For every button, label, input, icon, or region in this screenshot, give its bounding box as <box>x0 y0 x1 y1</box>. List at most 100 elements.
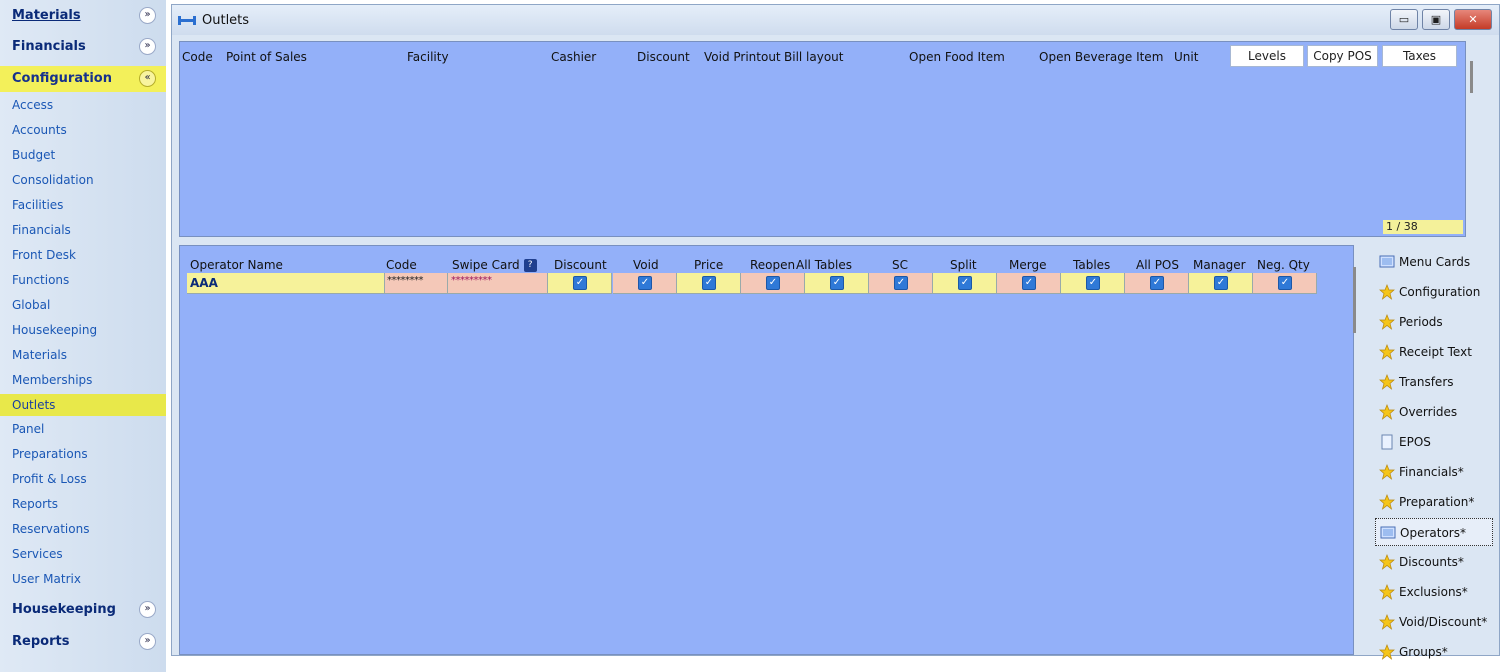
neg-qty-cell[interactable]: ✓ <box>1253 273 1317 294</box>
nav-item-facilities[interactable]: Facilities <box>0 194 166 216</box>
column-header-discount[interactable]: Discount <box>554 258 607 272</box>
minimize-button[interactable]: ▭ <box>1390 9 1418 30</box>
column-header-code[interactable]: Code <box>386 258 417 272</box>
panel-button-preparation[interactable]: Preparation* <box>1375 488 1493 516</box>
nav-item-profit-loss[interactable]: Profit & Loss <box>0 468 166 490</box>
split-cell[interactable]: ✓ <box>933 273 997 294</box>
column-header-reopen[interactable]: Reopen <box>750 258 795 272</box>
panel-button-groups[interactable]: Groups* <box>1375 638 1493 666</box>
nav-item-outlets[interactable]: Outlets <box>0 394 166 416</box>
nav-section-housekeeping[interactable]: Housekeeping » <box>0 597 166 623</box>
panel-button-discounts[interactable]: Discounts* <box>1375 548 1493 576</box>
nav-item-budget[interactable]: Budget <box>0 144 166 166</box>
code-cell[interactable]: ******** <box>385 273 448 294</box>
column-header-all-pos[interactable]: All POS <box>1136 258 1179 272</box>
tables-checkbox[interactable]: ✓ <box>1086 276 1100 290</box>
reopen-cell[interactable]: ✓ <box>741 273 805 294</box>
column-header-price[interactable]: Price <box>694 258 723 272</box>
column-header-bill-layout[interactable]: Bill layout <box>784 50 844 64</box>
nav-item-global[interactable]: Global <box>0 294 166 316</box>
void-checkbox[interactable]: ✓ <box>638 276 652 290</box>
nav-item-housekeeping[interactable]: Housekeeping <box>0 319 166 341</box>
nav-item-services[interactable]: Services <box>0 543 166 565</box>
column-header-operator-name[interactable]: Operator Name <box>190 258 283 272</box>
maximize-button[interactable]: ▣ <box>1422 9 1450 30</box>
column-header-all-tables[interactable]: All Tables <box>796 258 852 272</box>
help-icon[interactable]: ? <box>523 259 537 272</box>
swipe-card-cell[interactable]: ********* <box>448 273 548 294</box>
copy-pos-button[interactable]: Copy POS <box>1307 45 1378 67</box>
discount-checkbox[interactable]: ✓ <box>573 276 587 290</box>
discount-cell[interactable]: ✓ <box>548 273 612 294</box>
column-header-unit[interactable]: Unit <box>1174 50 1198 64</box>
price-checkbox[interactable]: ✓ <box>702 276 716 290</box>
sc-checkbox[interactable]: ✓ <box>894 276 908 290</box>
panel-button-exclusions[interactable]: Exclusions* <box>1375 578 1493 606</box>
nav-item-accounts[interactable]: Accounts <box>0 119 166 141</box>
column-header-open-beverage-item[interactable]: Open Beverage Item <box>1039 50 1163 64</box>
column-header-void[interactable]: Void <box>633 258 659 272</box>
nav-item-reservations[interactable]: Reservations <box>0 518 166 540</box>
panel-button-void-discount[interactable]: Void/Discount* <box>1375 608 1493 636</box>
column-header-sc[interactable]: SC <box>892 258 908 272</box>
all-pos-cell[interactable]: ✓ <box>1125 273 1189 294</box>
reopen-checkbox[interactable]: ✓ <box>766 276 780 290</box>
close-button[interactable]: ✕ <box>1454 9 1492 30</box>
operators-grid[interactable]: Operator Name Code Swipe Card? Discount … <box>179 245 1354 655</box>
nav-item-reports[interactable]: Reports <box>0 493 166 515</box>
column-header-point-of-sales[interactable]: Point of Sales <box>226 50 307 64</box>
split-checkbox[interactable]: ✓ <box>958 276 972 290</box>
chevron-down-icon[interactable]: » <box>139 633 156 650</box>
tables-cell[interactable]: ✓ <box>1061 273 1125 294</box>
nav-item-user-matrix[interactable]: User Matrix <box>0 568 166 590</box>
all-tables-checkbox[interactable]: ✓ <box>830 276 844 290</box>
price-cell[interactable]: ✓ <box>677 273 741 294</box>
nav-section-reports[interactable]: Reports » <box>0 629 166 655</box>
panel-button-overrides[interactable]: Overrides <box>1375 398 1493 426</box>
panel-button-periods[interactable]: Periods <box>1375 308 1493 336</box>
all-tables-cell[interactable]: ✓ <box>805 273 869 294</box>
manager-checkbox[interactable]: ✓ <box>1214 276 1228 290</box>
all-pos-checkbox[interactable]: ✓ <box>1150 276 1164 290</box>
panel-button-financials[interactable]: Financials* <box>1375 458 1493 486</box>
merge-cell[interactable]: ✓ <box>997 273 1061 294</box>
column-header-tables[interactable]: Tables <box>1073 258 1110 272</box>
nav-section-materials[interactable]: Materials » <box>0 3 166 29</box>
column-header-merge[interactable]: Merge <box>1009 258 1046 272</box>
operator-name-cell[interactable]: AAA <box>187 273 385 294</box>
neg-qty-checkbox[interactable]: ✓ <box>1278 276 1292 290</box>
chevron-down-icon[interactable]: » <box>139 7 156 24</box>
column-header-facility[interactable]: Facility <box>407 50 449 64</box>
column-header-code[interactable]: Code <box>182 50 213 64</box>
manager-cell[interactable]: ✓ <box>1189 273 1253 294</box>
nav-item-consolidation[interactable]: Consolidation <box>0 169 166 191</box>
title-bar[interactable]: Outlets ▭ ▣ ✕ <box>172 5 1499 35</box>
merge-checkbox[interactable]: ✓ <box>1022 276 1036 290</box>
panel-button-configuration[interactable]: Configuration <box>1375 278 1493 306</box>
column-header-manager[interactable]: Manager <box>1193 258 1246 272</box>
column-header-cashier[interactable]: Cashier <box>551 50 596 64</box>
nav-item-preparations[interactable]: Preparations <box>0 443 166 465</box>
column-header-open-food-item[interactable]: Open Food Item <box>909 50 1005 64</box>
column-header-split[interactable]: Split <box>950 258 977 272</box>
column-header-void-printout[interactable]: Void Printout <box>704 50 781 64</box>
chevron-down-icon[interactable]: » <box>139 601 156 618</box>
outlets-scrollbar[interactable] <box>1470 61 1473 93</box>
outlets-grid[interactable]: Code Point of Sales Facility Cashier Dis… <box>179 41 1466 237</box>
panel-button-operators[interactable]: Operators* <box>1375 518 1493 546</box>
nav-item-financials[interactable]: Financials <box>0 219 166 241</box>
nav-item-functions[interactable]: Functions <box>0 269 166 291</box>
chevron-up-icon[interactable]: « <box>139 70 156 87</box>
nav-item-memberships[interactable]: Memberships <box>0 369 166 391</box>
sc-cell[interactable]: ✓ <box>869 273 933 294</box>
chevron-down-icon[interactable]: » <box>139 38 156 55</box>
panel-button-epos[interactable]: EPOS <box>1375 428 1493 456</box>
operators-scrollbar[interactable] <box>1353 267 1356 333</box>
void-cell[interactable]: ✓ <box>613 273 677 294</box>
column-header-swipe-card[interactable]: Swipe Card? <box>452 258 537 272</box>
nav-item-panel[interactable]: Panel <box>0 418 166 440</box>
nav-item-front-desk[interactable]: Front Desk <box>0 244 166 266</box>
levels-button[interactable]: Levels <box>1230 45 1304 67</box>
nav-section-financials[interactable]: Financials » <box>0 34 166 60</box>
column-header-discount[interactable]: Discount <box>637 50 690 64</box>
